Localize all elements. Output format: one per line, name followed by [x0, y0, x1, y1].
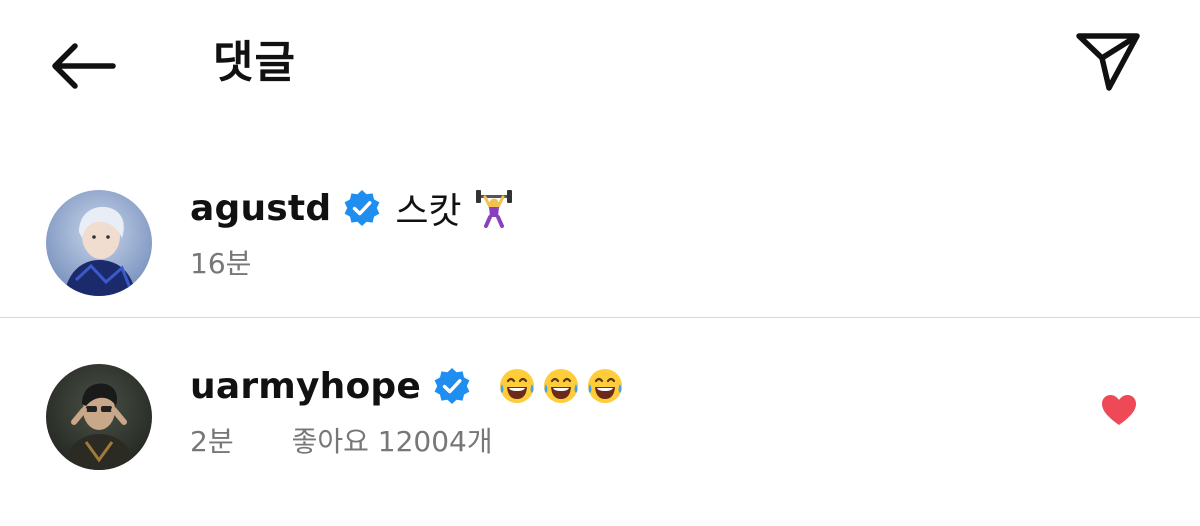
emoji-group [474, 188, 514, 228]
app-header: 댓글 [0, 0, 1200, 130]
back-button[interactable] [42, 36, 122, 96]
comment-meta: 2분 좋아요 12004개 [190, 420, 493, 460]
comment-time: 2분 [190, 425, 234, 458]
avatar[interactable] [46, 190, 152, 296]
tears-of-joy-emoji [588, 369, 623, 403]
comment-time: 16분 [190, 247, 252, 280]
emoji-group [497, 366, 625, 406]
comment-message: 스캇 [395, 191, 462, 232]
tears-of-joy-emoji [500, 369, 535, 403]
divider [0, 317, 1200, 318]
comment-header: uarmyhope [190, 358, 625, 414]
tears-of-joy-emoji [544, 369, 579, 403]
share-button[interactable] [1068, 26, 1148, 96]
verified-badge-icon [433, 367, 471, 405]
verified-badge-icon [343, 189, 381, 227]
heart-filled-icon [1102, 395, 1136, 425]
paper-plane-icon [1076, 33, 1140, 91]
like-count[interactable]: 좋아요 12004개 [292, 420, 493, 460]
comment-text [485, 366, 625, 406]
comment-header: agustd 스캇 [190, 180, 514, 236]
comment-item: uarmyhope 2분 좋아요 12004개 [0, 358, 1200, 498]
comment-meta: 16분 [190, 242, 251, 282]
comment-text: 스캇 [395, 182, 513, 234]
comment-item: agustd 스캇 16분 [0, 180, 1200, 318]
username[interactable]: uarmyhope [190, 366, 421, 407]
user-photo-avatar [46, 190, 152, 296]
weightlifter-emoji [475, 190, 512, 228]
arrow-left-icon [52, 43, 116, 89]
username[interactable]: agustd [190, 188, 331, 229]
page-title: 댓글 [213, 37, 296, 88]
avatar[interactable] [46, 364, 152, 470]
user-photo-avatar [46, 364, 152, 470]
like-button[interactable] [1098, 390, 1140, 430]
